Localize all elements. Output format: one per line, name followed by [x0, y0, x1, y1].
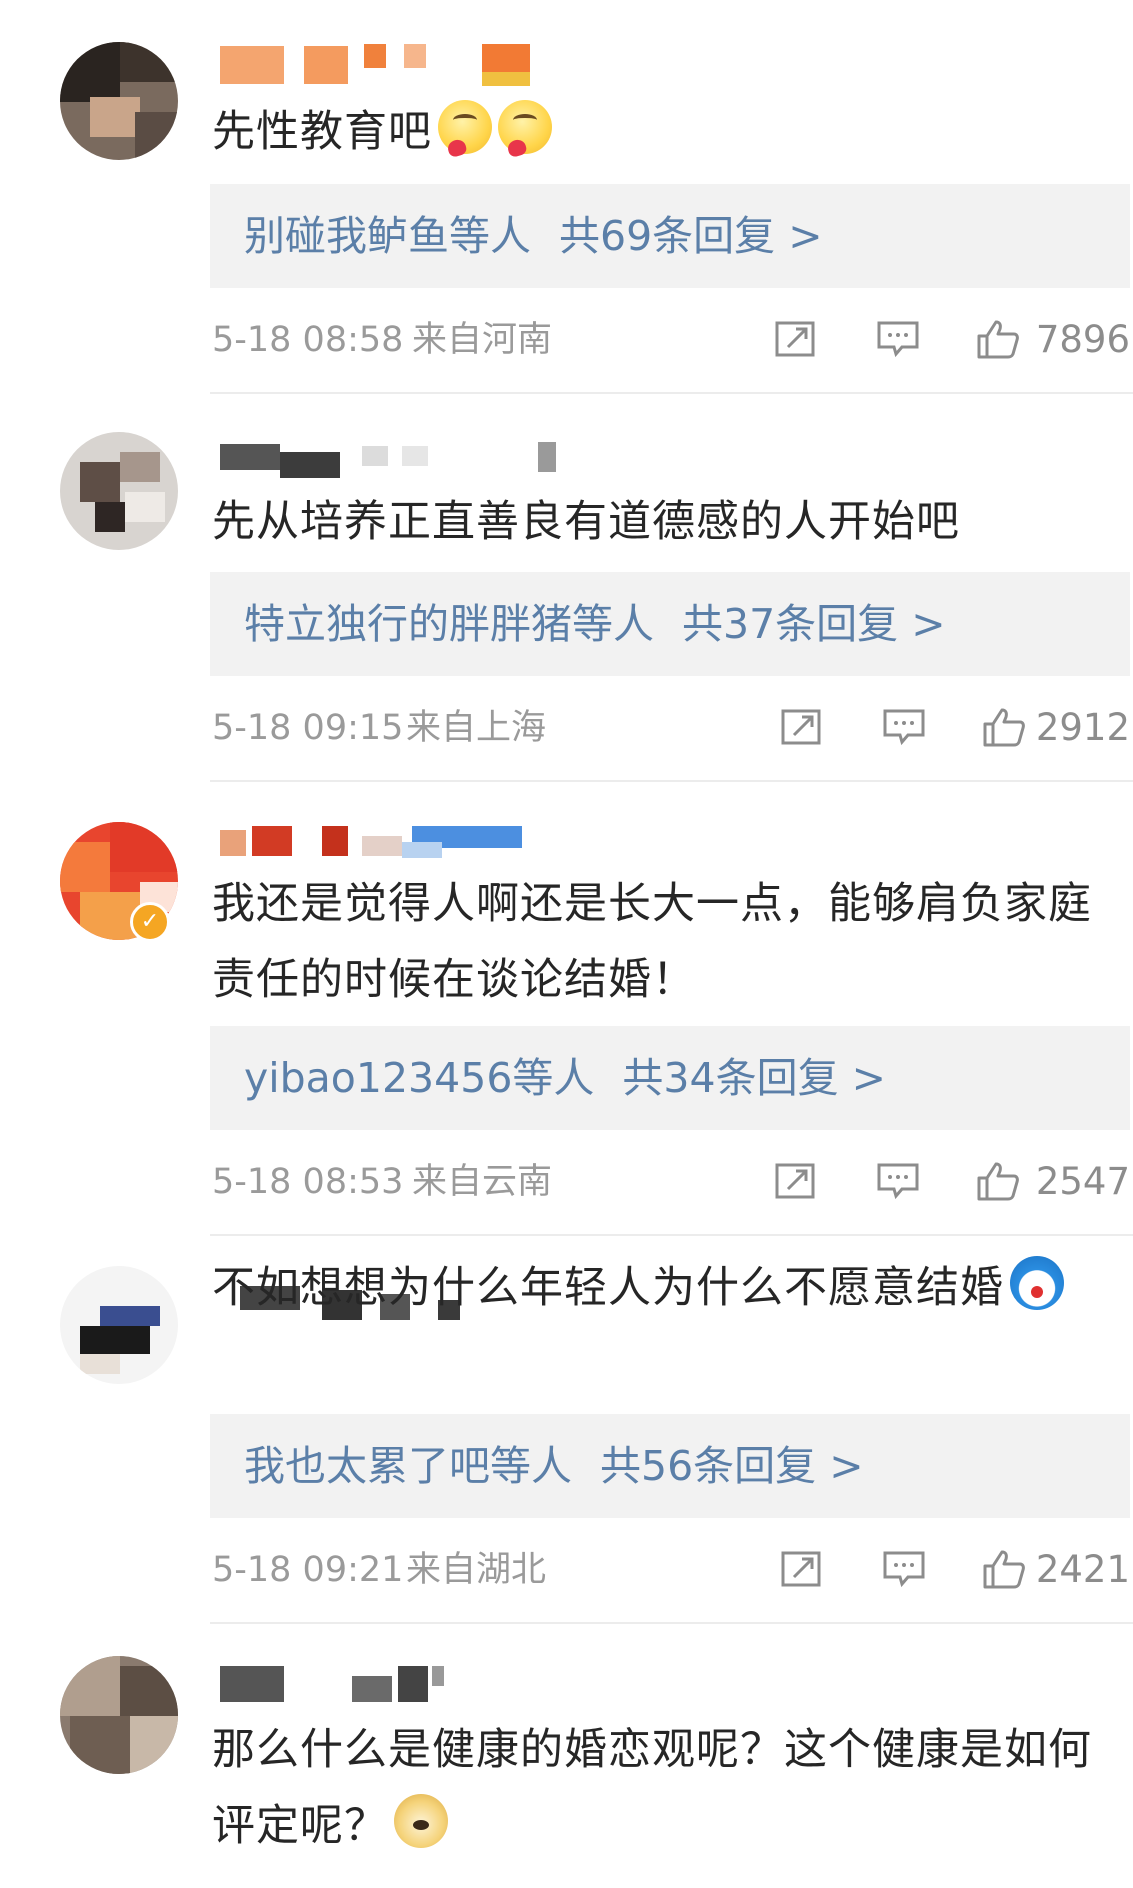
- reply-count[interactable]: 共56条回复 >: [600, 1442, 864, 1490]
- replies-link[interactable]: 特立独行的胖胖猪等人 共37条回复 >: [210, 572, 1130, 676]
- location: 来自河南: [412, 320, 553, 360]
- comment-text: 我还是觉得人啊还是长大一点，能够肩负家庭责任的时候在谈论结婚！: [212, 866, 1124, 1018]
- divider: [210, 1234, 1133, 1236]
- like-count: 7896: [1035, 318, 1130, 361]
- timestamp: 5-18 08:58: [212, 320, 404, 360]
- replies-link[interactable]: 别碰我鲈鱼等人 共69条回复 >: [210, 184, 1130, 288]
- avatar[interactable]: [60, 1266, 178, 1384]
- like-count: 2912: [1035, 706, 1130, 749]
- username-blurred[interactable]: [212, 820, 592, 870]
- timestamp: 5-18 09:15: [212, 708, 404, 748]
- share-icon[interactable]: [774, 319, 818, 359]
- reply-suffix: 等人: [512, 1054, 595, 1102]
- share-icon[interactable]: [780, 707, 824, 747]
- comment-icon[interactable]: [882, 707, 926, 747]
- thumbs-up-icon[interactable]: [976, 319, 1020, 359]
- username-blurred[interactable]: [212, 1660, 592, 1710]
- comment-icon[interactable]: [876, 319, 920, 359]
- divider: [210, 780, 1133, 782]
- reply-user-name[interactable]: 别碰我鲈鱼: [244, 212, 449, 260]
- reply-count[interactable]: 共34条回复 >: [622, 1054, 886, 1102]
- comment-text-content: 那么什么是健康的婚恋观呢？这个健康是如何评定呢？: [212, 1725, 1092, 1851]
- reply-suffix: 等人: [490, 1442, 572, 1490]
- verified-badge: ✓: [130, 902, 170, 942]
- thumbs-up-icon[interactable]: [976, 1161, 1020, 1201]
- replies-link[interactable]: 我也太累了吧等人 共56条回复 >: [210, 1414, 1130, 1518]
- comment-meta: 5-18 09:15 来自上海 2912: [212, 698, 1130, 758]
- reply-user-name[interactable]: 特立独行的胖胖猪: [244, 600, 572, 648]
- share-icon[interactable]: [774, 1161, 818, 1201]
- like-count: 2547: [1035, 1160, 1130, 1203]
- thumbs-up-icon[interactable]: [982, 707, 1026, 747]
- timestamp: 5-18 08:53: [212, 1162, 404, 1202]
- avatar[interactable]: [60, 1656, 178, 1774]
- doge-emoji-icon: [394, 1794, 448, 1848]
- comment-text-content: 先性教育吧: [212, 107, 432, 157]
- username-blurred[interactable]: [212, 40, 592, 90]
- comment-text-content: 不如想想为什么年轻人为什么不愿意结婚: [212, 1263, 1004, 1313]
- comment-text: 先性教育吧: [212, 94, 1124, 170]
- avatar[interactable]: [60, 432, 178, 550]
- location: 来自云南: [412, 1162, 553, 1202]
- comment-meta: 5-18 08:58 来自河南 7896: [212, 310, 1130, 370]
- like-count: 2421: [1035, 1548, 1130, 1591]
- comment-text-content: 先从培养正直善良有道德感的人开始吧: [212, 497, 960, 547]
- timestamp: 5-18 09:21: [212, 1550, 404, 1590]
- comment-icon[interactable]: [882, 1549, 926, 1589]
- comment-text: 先从培养正直善良有道德感的人开始吧: [212, 484, 1124, 560]
- username-blurred[interactable]: [212, 436, 592, 486]
- replies-link[interactable]: yibao123456等人 共34条回复 >: [210, 1026, 1130, 1130]
- comment-text: 那么什么是健康的婚恋观呢？这个健康是如何评定呢？: [212, 1712, 1124, 1864]
- reply-count[interactable]: 共69条回复 >: [559, 212, 823, 260]
- location: 来自上海: [406, 708, 547, 748]
- comment-icon[interactable]: [876, 1161, 920, 1201]
- location: 来自湖北: [406, 1550, 547, 1590]
- divider: [210, 1622, 1133, 1624]
- thumbs-up-icon[interactable]: [982, 1549, 1026, 1589]
- comment-meta: 5-18 09:21 来自湖北 2421: [212, 1540, 1130, 1600]
- comment-text: 不如想想为什么年轻人为什么不愿意结婚: [212, 1250, 1124, 1326]
- divider: [210, 392, 1133, 394]
- doraemon-emoji-icon: [1010, 1256, 1064, 1310]
- reply-user-name[interactable]: 我也太累了吧: [244, 1442, 490, 1490]
- reply-user-name[interactable]: yibao123456: [244, 1054, 512, 1102]
- comment-text-content: 我还是觉得人啊还是长大一点，能够肩负家庭责任的时候在谈论结婚！: [212, 879, 1092, 1005]
- avatar[interactable]: [60, 42, 178, 160]
- share-icon[interactable]: [780, 1549, 824, 1589]
- reply-count[interactable]: 共37条回复 >: [682, 600, 946, 648]
- blush-emoji-icon: [438, 100, 492, 154]
- reply-suffix: 等人: [449, 212, 531, 260]
- blush-emoji-icon: [498, 100, 552, 154]
- reply-suffix: 等人: [572, 600, 654, 648]
- comment-meta: 5-18 08:53 来自云南 2547: [212, 1152, 1130, 1212]
